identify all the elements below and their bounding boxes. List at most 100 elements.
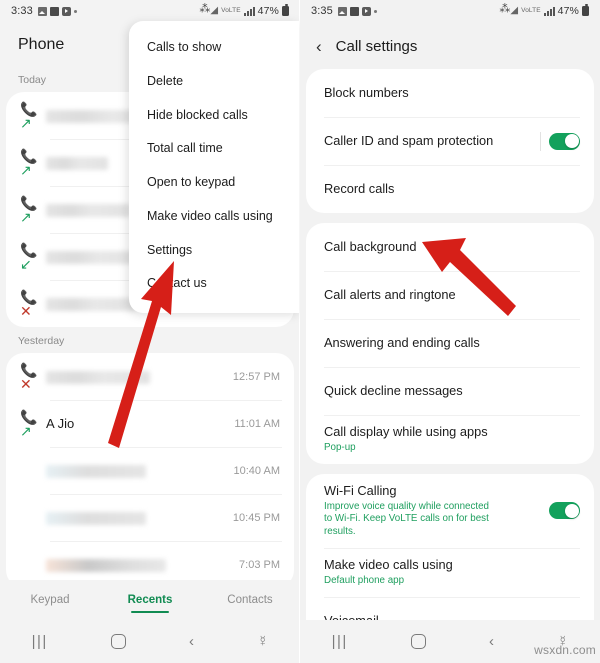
photo-icon <box>337 6 347 16</box>
setting-texts: Quick decline messages <box>324 383 580 399</box>
menu-item-hide-blocked-calls[interactable]: Hide blocked calls <box>129 99 299 133</box>
app-icon <box>49 6 59 16</box>
dot-icon <box>73 9 77 13</box>
outgoing-call-icon: 📞↗ <box>20 194 38 225</box>
volte-icon: VoLTE <box>221 6 241 14</box>
tab-recents[interactable]: Recents <box>100 594 200 606</box>
call-list-item[interactable]: 10:45 PM <box>6 494 294 541</box>
settings-group-3: Wi-Fi Calling Improve voice quality whil… <box>306 473 594 645</box>
signal-icon <box>543 6 555 16</box>
setting-title: Caller ID and spam protection <box>324 133 494 148</box>
home-icon[interactable] <box>110 634 126 649</box>
wifi-icon: ◢ <box>510 5 519 16</box>
call-contact-name <box>46 463 226 479</box>
setting-block-numbers[interactable]: Block numbers <box>306 69 594 117</box>
left-phone-screen: 3:33 ◢ VoLTE 47% Phone Today 📞↗ <box>0 0 300 663</box>
status-bar-right: 3:35 ◢ VoLTE 47% <box>300 0 600 22</box>
menu-item-total-call-time[interactable]: Total call time <box>129 132 299 166</box>
right-phone-screen: 3:35 ◢ VoLTE 47% ‹ Call settings <box>300 0 600 663</box>
setting-call-alerts-and-ringtone[interactable]: Call alerts and ringtone <box>306 271 594 319</box>
setting-title: Call alerts and ringtone <box>324 287 456 302</box>
battery-percent: 47% <box>257 5 279 17</box>
call-time: 10:40 AM <box>233 464 280 477</box>
call-list-yesterday: 📞✕ 12:57 PM 📞↗ A Jio 11:01 AM 10:40 AM 1… <box>6 353 294 588</box>
wifi-icon: ◢ <box>210 5 219 16</box>
menu-item-contact-us[interactable]: Contact us <box>129 267 299 301</box>
setting-texts: Make video calls using Default phone app <box>324 557 580 588</box>
call-list-item[interactable]: 📞✕ 12:57 PM <box>6 353 294 400</box>
bluetooth-icon <box>499 2 510 16</box>
setting-texts: Block numbers <box>324 85 580 101</box>
outgoing-call-icon: 📞↗ <box>20 100 38 131</box>
home-icon[interactable] <box>410 634 426 649</box>
setting-texts: Answering and ending calls <box>324 335 580 351</box>
accessibility-icon[interactable]: ☿ <box>257 634 268 649</box>
signal-icon <box>243 6 255 16</box>
status-time: 3:35 <box>311 5 333 17</box>
setting-texts: Caller ID and spam protection <box>324 133 532 149</box>
setting-title: Wi-Fi Calling <box>324 482 397 498</box>
call-time: 12:57 PM <box>232 370 280 383</box>
app-icon <box>349 6 359 16</box>
call-contact-name <box>46 369 225 385</box>
incoming-call-icon: 📞↙ <box>20 241 38 272</box>
setting-subtitle: Pop-up <box>324 441 356 453</box>
toggle-separator <box>540 131 541 151</box>
setting-make-video-calls-using[interactable]: Make video calls using Default phone app <box>306 547 594 597</box>
bluetooth-icon <box>199 2 210 16</box>
setting-subtitle: Default phone app <box>324 574 405 586</box>
settings-group-2: Call background Call alerts and ringtone… <box>306 223 594 464</box>
section-label-yesterday: Yesterday <box>18 335 65 347</box>
battery-icon <box>282 4 289 16</box>
recents-icon[interactable]: ||| <box>32 634 48 649</box>
dot-icon <box>373 9 377 13</box>
setting-title: Call background <box>324 239 417 254</box>
settings-group-1: Block numbers Caller ID and spam protect… <box>306 69 594 213</box>
tab-keypad[interactable]: Keypad <box>0 594 100 606</box>
back-chevron-icon[interactable]: ‹ <box>316 38 322 55</box>
menu-item-settings[interactable]: Settings <box>129 234 299 268</box>
status-bar-left: 3:33 ◢ VoLTE 47% <box>0 0 300 22</box>
page-title: Call settings <box>335 38 418 55</box>
back-icon[interactable]: ‹ <box>489 634 494 649</box>
back-icon[interactable]: ‹ <box>189 634 194 649</box>
bottom-tabbar-left: Keypad Recents Contacts <box>0 580 300 620</box>
menu-item-delete[interactable]: Delete <box>129 65 299 99</box>
menu-item-make-video-calls-using[interactable]: Make video calls using <box>129 200 299 234</box>
status-left-icons <box>337 6 377 16</box>
setting-title: Record calls <box>324 181 395 196</box>
setting-texts: Call display while using apps Pop-up <box>324 424 580 455</box>
setting-texts: Record calls <box>324 181 580 197</box>
call-contact-name <box>46 557 231 573</box>
setting-title: Call display while using apps <box>324 424 488 439</box>
menu-item-open-to-keypad[interactable]: Open to keypad <box>129 166 299 200</box>
caller-id-toggle[interactable] <box>549 132 580 150</box>
setting-call-display-while-using-apps[interactable]: Call display while using apps Pop-up <box>306 415 594 464</box>
call-list-item[interactable]: 📞↗ A Jio 11:01 AM <box>6 400 294 447</box>
setting-call-background[interactable]: Call background <box>306 223 594 271</box>
setting-quick-decline-messages[interactable]: Quick decline messages <box>306 367 594 415</box>
setting-texts: Call background <box>324 239 580 255</box>
recents-icon[interactable]: ||| <box>332 634 348 649</box>
setting-texts: Call alerts and ringtone <box>324 287 580 303</box>
overflow-menu[interactable]: Calls to show Delete Hide blocked calls … <box>129 21 299 313</box>
wifi-calling-toggle[interactable] <box>549 502 580 520</box>
setting-caller-id-and-spam-protection[interactable]: Caller ID and spam protection <box>306 117 594 165</box>
watermark: wsxdn.com <box>534 643 596 657</box>
battery-percent: 47% <box>557 5 579 17</box>
call-time: 11:01 AM <box>234 417 280 430</box>
missed-call-icon: 📞✕ <box>20 361 38 392</box>
menu-item-calls-to-show[interactable]: Calls to show <box>129 31 299 65</box>
tab-contacts[interactable]: Contacts <box>200 594 300 606</box>
youtube-icon <box>61 6 71 16</box>
status-left-icons <box>37 6 77 16</box>
outgoing-call-icon: 📞↗ <box>20 147 38 178</box>
outgoing-call-icon: 📞↗ <box>20 408 38 439</box>
call-contact-name <box>46 510 225 526</box>
call-list-item[interactable]: 10:40 AM <box>6 447 294 494</box>
setting-record-calls[interactable]: Record calls <box>306 165 594 213</box>
call-time: 10:45 PM <box>232 511 280 524</box>
setting-answering-and-ending-calls[interactable]: Answering and ending calls <box>306 319 594 367</box>
setting-wifi-calling[interactable]: Wi-Fi Calling Improve voice quality whil… <box>306 474 594 548</box>
setting-texts: Wi-Fi Calling Improve voice quality whil… <box>324 483 541 539</box>
